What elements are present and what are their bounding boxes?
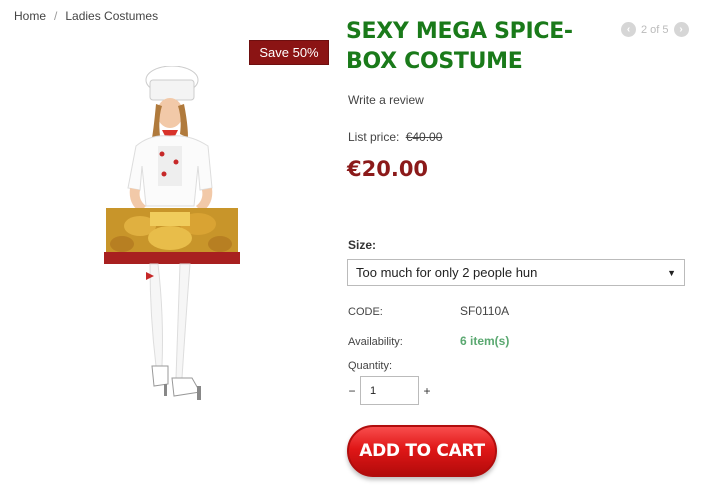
code-value: SF0110A — [460, 304, 510, 318]
code-label: CODE: — [348, 306, 383, 318]
sale-price: €20.00 — [347, 157, 429, 181]
list-price-value: €40.00 — [405, 130, 443, 144]
list-price: List price: €40.00 — [348, 130, 442, 144]
quantity-input[interactable] — [360, 376, 419, 405]
quantity-stepper: − + — [348, 376, 431, 405]
breadcrumb-home-link[interactable]: Home — [14, 9, 46, 23]
chevron-right-icon[interactable]: › — [673, 22, 689, 37]
size-selected-value: Too much for only 2 people hun — [356, 265, 538, 280]
product-pager: ‹ 2 of 5 › — [621, 22, 689, 37]
pager-text: 2 of 5 — [641, 23, 669, 36]
dropdown-arrow-icon: ▼ — [667, 267, 676, 278]
write-review-link[interactable]: Write a review — [348, 93, 424, 107]
breadcrumb-category-link[interactable]: Ladies Costumes — [65, 9, 158, 23]
quantity-label: Quantity: — [348, 360, 393, 372]
availability-label: Availability: — [348, 336, 403, 348]
quantity-decrease-button[interactable]: − — [348, 384, 356, 398]
add-to-cart-button[interactable]: ADD TO CART — [347, 425, 497, 477]
chevron-left-icon[interactable]: ‹ — [621, 22, 636, 37]
breadcrumb: Home / Ladies Costumes — [14, 9, 158, 23]
discount-badge: Save 50% — [249, 40, 329, 65]
product-title: SEXY MEGA SPICE-BOX COSTUME — [346, 19, 573, 74]
availability-value: 6 item(s) — [460, 334, 510, 348]
list-price-label: List price: — [348, 130, 400, 144]
size-select[interactable]: Too much for only 2 people hun ▼ — [347, 259, 685, 286]
breadcrumb-separator: / — [54, 9, 58, 23]
size-label: Size: — [348, 238, 377, 252]
quantity-increase-button[interactable]: + — [423, 384, 431, 398]
product-image[interactable] — [100, 66, 245, 426]
